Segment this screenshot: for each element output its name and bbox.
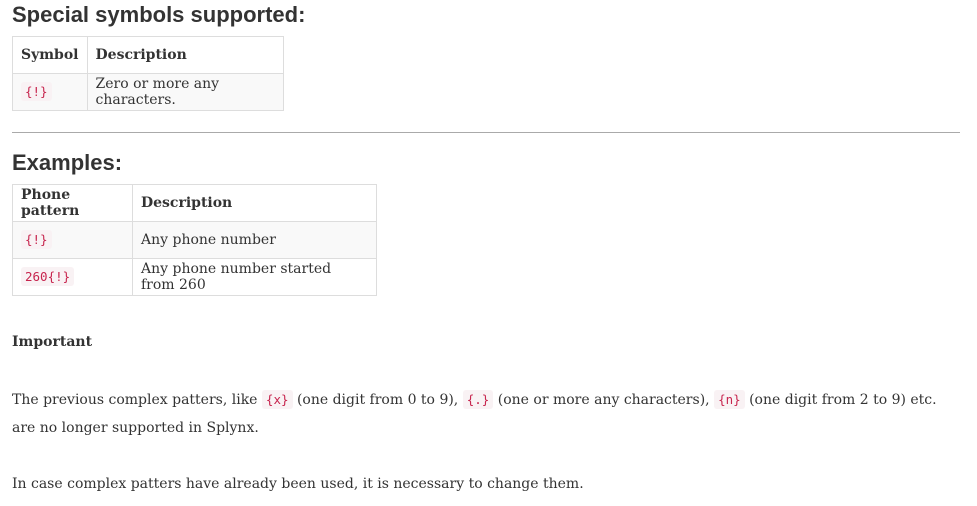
examples-table: Phone pattern Description {!} Any phone … xyxy=(12,184,377,296)
special-symbols-table: Symbol Description {!} Zero or more any … xyxy=(12,36,284,111)
pattern-code: {!} xyxy=(21,230,52,249)
table-header-row: Phone pattern Description xyxy=(12,184,377,222)
paragraph-text: The previous complex patters, like xyxy=(12,392,262,408)
important-label: Important xyxy=(12,334,93,350)
pattern-cell: {!} xyxy=(12,221,133,259)
table-row: {!} Zero or more any characters. xyxy=(12,73,284,111)
table-row: {!} Any phone number xyxy=(12,221,377,259)
description-cell: Zero or more any characters. xyxy=(86,73,284,111)
description-cell: Any phone number started from 260 xyxy=(132,258,377,296)
inline-code: {x} xyxy=(261,390,293,409)
description-cell: Any phone number xyxy=(132,221,377,259)
paragraph-text: (one or more any characters), xyxy=(493,392,715,408)
table-row: 260{!} Any phone number started from 260 xyxy=(12,258,377,296)
symbol-cell: {!} xyxy=(12,73,88,111)
column-header-symbol: Symbol xyxy=(12,36,88,74)
pattern-cell: 260{!} xyxy=(12,258,133,296)
column-header-description: Description xyxy=(132,184,377,222)
important-paragraph: The previous complex patters, like {x} (… xyxy=(12,386,957,442)
change-patterns-paragraph: In case complex patters have already bee… xyxy=(12,476,584,492)
inline-code: {n} xyxy=(714,390,745,409)
examples-heading: Examples: xyxy=(12,150,123,175)
pattern-code: 260{!} xyxy=(21,267,75,286)
column-header-phone-pattern: Phone pattern xyxy=(12,184,133,222)
horizontal-rule xyxy=(12,132,960,133)
table-header-row: Symbol Description xyxy=(12,36,284,74)
symbol-code: {!} xyxy=(21,82,52,101)
paragraph-text: (one digit from 0 to 9), xyxy=(292,392,463,408)
inline-code: {.} xyxy=(462,390,494,409)
special-symbols-heading: Special symbols supported: xyxy=(12,2,306,27)
column-header-description: Description xyxy=(86,36,284,74)
